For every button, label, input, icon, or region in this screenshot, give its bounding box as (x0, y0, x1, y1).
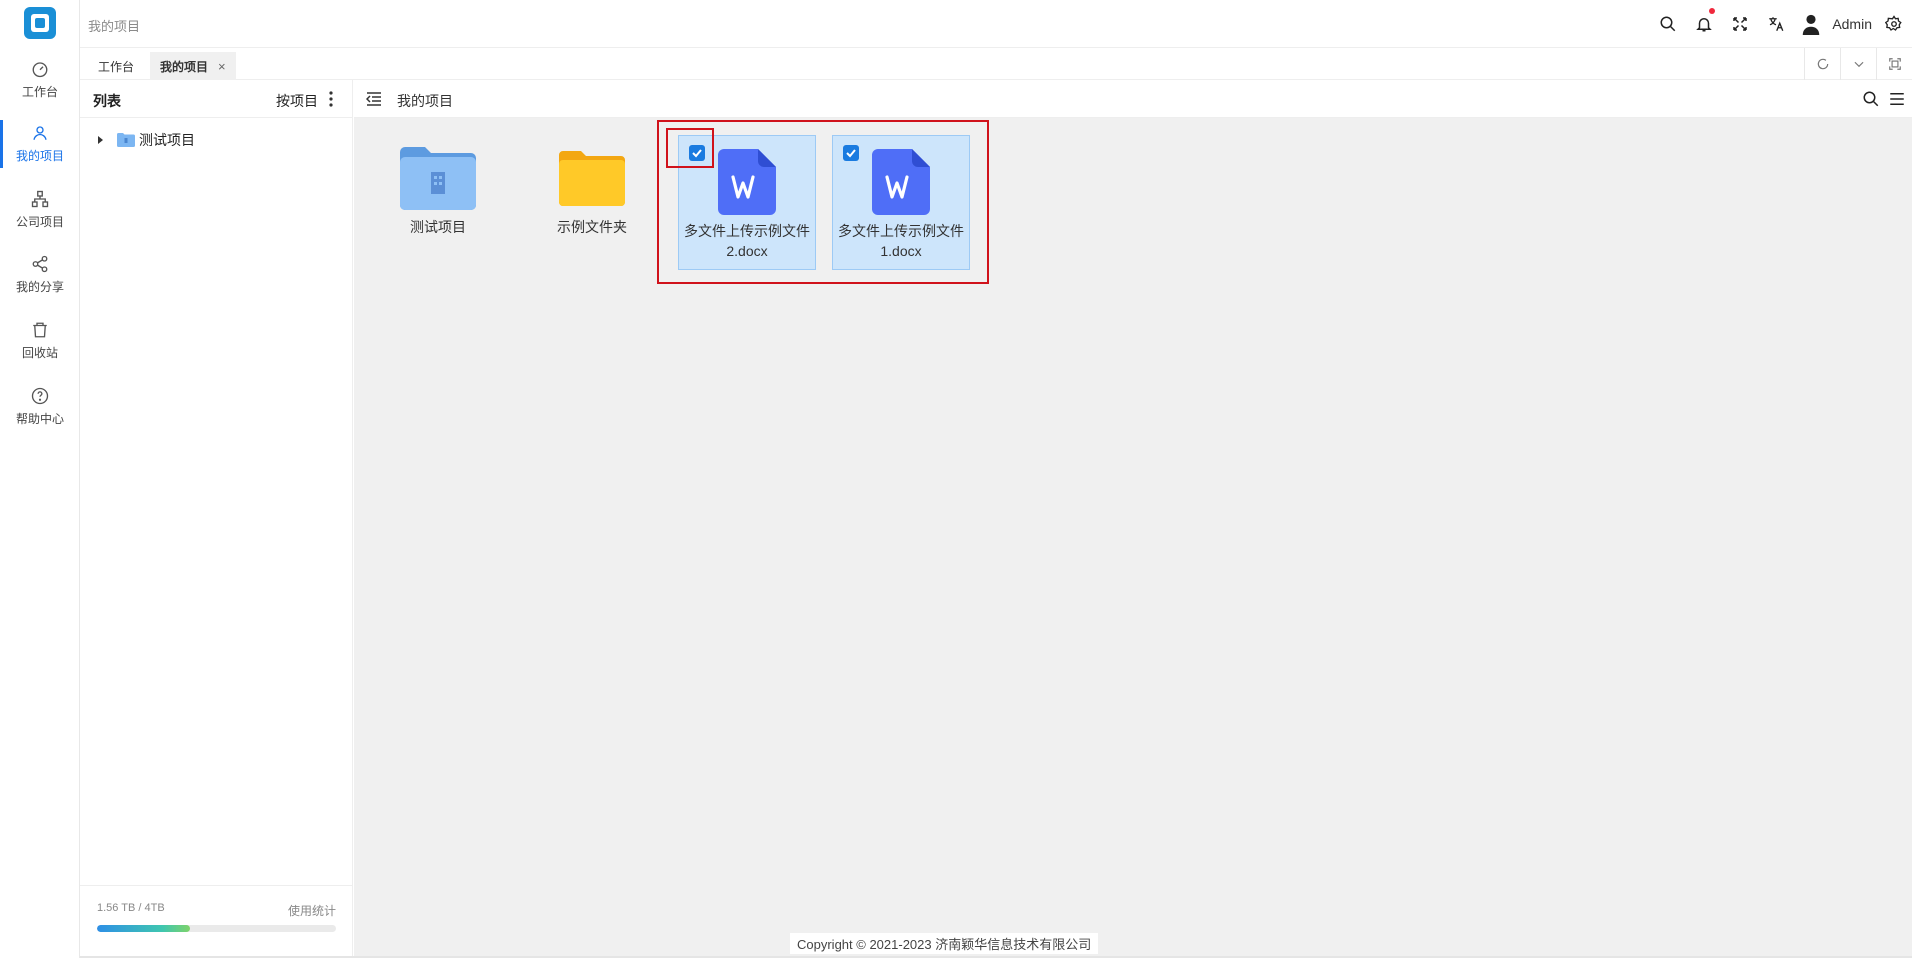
notifications-button[interactable] (1686, 0, 1722, 48)
file-checkbox[interactable] (843, 145, 859, 161)
tab-label: 工作台 (98, 59, 135, 74)
search-icon (1660, 16, 1676, 32)
copyright: Copyright © 2021-2023 济南颖华信息技术有限公司 (790, 933, 1099, 954)
file-name: 测试项目 (410, 219, 466, 235)
nav-label: 帮助中心 (15, 412, 64, 426)
file-checkbox[interactable] (689, 145, 705, 161)
usage-stats-link[interactable]: 使用统计 (288, 902, 336, 919)
tree-node-label: 测试项目 (139, 132, 195, 148)
file-item[interactable]: 示例文件夹 (523, 132, 661, 267)
tab-my-projects[interactable]: 我的项目 × (150, 52, 236, 80)
tab-label: 我的项目 (160, 59, 209, 74)
file-name: 示例文件夹 (557, 219, 627, 235)
file-item[interactable]: 测试项目 (369, 132, 507, 267)
settings-button[interactable] (1876, 0, 1912, 48)
top-bar: 我的项目 Admin (80, 0, 1912, 48)
chevron-down-icon (1854, 61, 1863, 68)
check-icon (846, 149, 856, 158)
tree-header: 列表 按项目 (80, 80, 352, 118)
storage-progress-bar (97, 925, 336, 932)
breadcrumb: 我的项目 (397, 93, 453, 109)
file-item-selected[interactable]: 多文件上传示例文件2.docx (678, 135, 816, 270)
app-logo[interactable] (24, 7, 56, 39)
nav-label: 工作台 (21, 85, 58, 99)
nav-item-my-shares[interactable]: 我的分享 (0, 245, 80, 305)
org-icon (31, 190, 49, 208)
word-doc-icon (872, 149, 930, 215)
tab-workbench[interactable]: 工作台 (88, 52, 144, 80)
maximize-icon (1888, 58, 1901, 70)
file-name: 多文件上传示例文件1.docx (838, 223, 964, 259)
translate-icon (1769, 17, 1784, 32)
nav-item-help-center[interactable]: 帮助中心 (0, 377, 80, 437)
settings-icon (1885, 15, 1902, 31)
nav-item-workbench[interactable]: 工作台 (0, 50, 80, 110)
search-icon[interactable] (1862, 90, 1880, 108)
tab-dropdown-button[interactable] (1840, 48, 1876, 80)
project-folder-icon (117, 133, 135, 147)
storage-progress-fill (97, 925, 191, 932)
nav-label: 我的分享 (15, 280, 64, 294)
file-browser: 我的项目 测试项目 示例文件夹 多文件上传示例文件2.docx 多文件上传示例文… (354, 80, 1912, 956)
refresh-tab-button[interactable] (1804, 48, 1840, 80)
nav-label: 我的项目 (15, 149, 64, 163)
bell-icon (1696, 18, 1713, 32)
file-browser-header: 我的项目 (354, 80, 1912, 118)
user-avatar-icon (1803, 14, 1820, 35)
user-icon (33, 126, 47, 140)
project-folder-icon (400, 147, 476, 210)
tree-node-test-project[interactable]: 测试项目 (98, 129, 195, 151)
storage-used-text: 1.56 TB / 4TB (97, 902, 165, 914)
search-button[interactable] (1650, 0, 1686, 48)
file-item-selected[interactable]: 多文件上传示例文件1.docx (832, 135, 970, 270)
help-icon (31, 387, 49, 405)
more-vertical-icon[interactable] (324, 89, 338, 109)
user-menu[interactable]: Admin (1800, 13, 1872, 35)
tabs-bar: 工作台 我的项目 × (80, 48, 1912, 80)
trash-icon (33, 322, 47, 338)
dashboard-icon (32, 62, 48, 78)
notification-dot (1709, 8, 1716, 14)
nav-label: 回收站 (21, 346, 58, 360)
menu-icon[interactable] (1888, 90, 1906, 108)
share-icon (32, 255, 48, 273)
fullscreen-button[interactable] (1722, 0, 1758, 48)
expand-caret-icon[interactable] (98, 136, 103, 144)
file-name: 多文件上传示例文件2.docx (684, 223, 810, 259)
nav-label: 公司项目 (15, 215, 64, 229)
page-title: 我的项目 (88, 19, 141, 34)
nav-item-my-projects[interactable]: 我的项目 (0, 114, 80, 174)
sort-by-project-button[interactable]: 按项目 (276, 91, 318, 111)
nav-item-recycle-bin[interactable]: 回收站 (0, 311, 80, 371)
nav-item-company-projects[interactable]: 公司项目 (0, 180, 80, 240)
folder-icon (559, 151, 625, 206)
word-doc-icon (718, 149, 776, 215)
left-nav: 工作台 我的项目 公司项目 我的分享 回收站 帮助中心 (0, 0, 80, 958)
storage-usage: 1.56 TB / 4TB 使用统计 (80, 885, 353, 956)
check-icon (692, 149, 702, 158)
refresh-icon (1817, 58, 1828, 70)
fullscreen-icon (1733, 17, 1748, 31)
maximize-tab-button[interactable] (1876, 48, 1912, 80)
language-button[interactable] (1758, 0, 1794, 48)
tab-close-button[interactable]: × (218, 59, 226, 74)
tree-title: 列表 (93, 93, 121, 109)
tree-panel: 列表 按项目 测试项目 1.56 TB / 4TB 使用统计 (80, 80, 353, 956)
username: Admin (1832, 16, 1872, 32)
collapse-sidebar-icon[interactable] (366, 91, 382, 107)
